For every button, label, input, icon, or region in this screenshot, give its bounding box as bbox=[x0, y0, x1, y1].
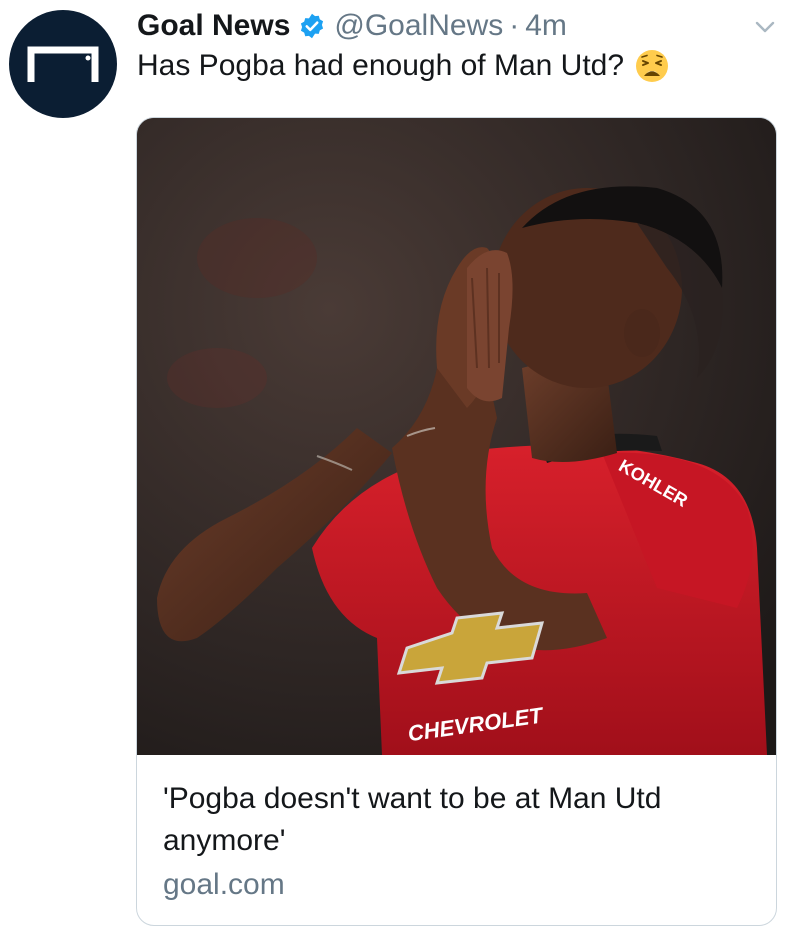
author-handle[interactable]: @GoalNews bbox=[334, 9, 503, 43]
chevron-down-icon[interactable] bbox=[752, 14, 778, 40]
card-title[interactable]: 'Pogba doesn't want to be at Man Utd any… bbox=[163, 778, 753, 862]
verified-badge-icon bbox=[301, 13, 324, 39]
separator-dot: · bbox=[509, 9, 520, 42]
card-image[interactable]: CHEVROLET KOHLER bbox=[137, 118, 776, 755]
tweet-timestamp[interactable]: 4m bbox=[525, 9, 567, 43]
tweet-text-row: Has Pogba had enough of Man Utd? bbox=[137, 48, 670, 84]
tweet[interactable]: Goal News @GoalNews · 4m Has Pogba had e… bbox=[0, 0, 800, 939]
tweet-header: Goal News @GoalNews · 4m bbox=[137, 6, 567, 46]
tweet-text: Has Pogba had enough of Man Utd? bbox=[137, 49, 625, 82]
weary-face-emoji-icon bbox=[636, 50, 669, 82]
author-name[interactable]: Goal News bbox=[137, 9, 290, 43]
goal-logo-icon bbox=[27, 46, 99, 82]
avatar[interactable] bbox=[9, 10, 117, 118]
player-photo: CHEVROLET KOHLER bbox=[137, 118, 776, 755]
card-domain[interactable]: goal.com bbox=[163, 868, 285, 902]
link-card[interactable]: CHEVROLET KOHLER 'Pogba doesn't want to … bbox=[136, 117, 777, 926]
